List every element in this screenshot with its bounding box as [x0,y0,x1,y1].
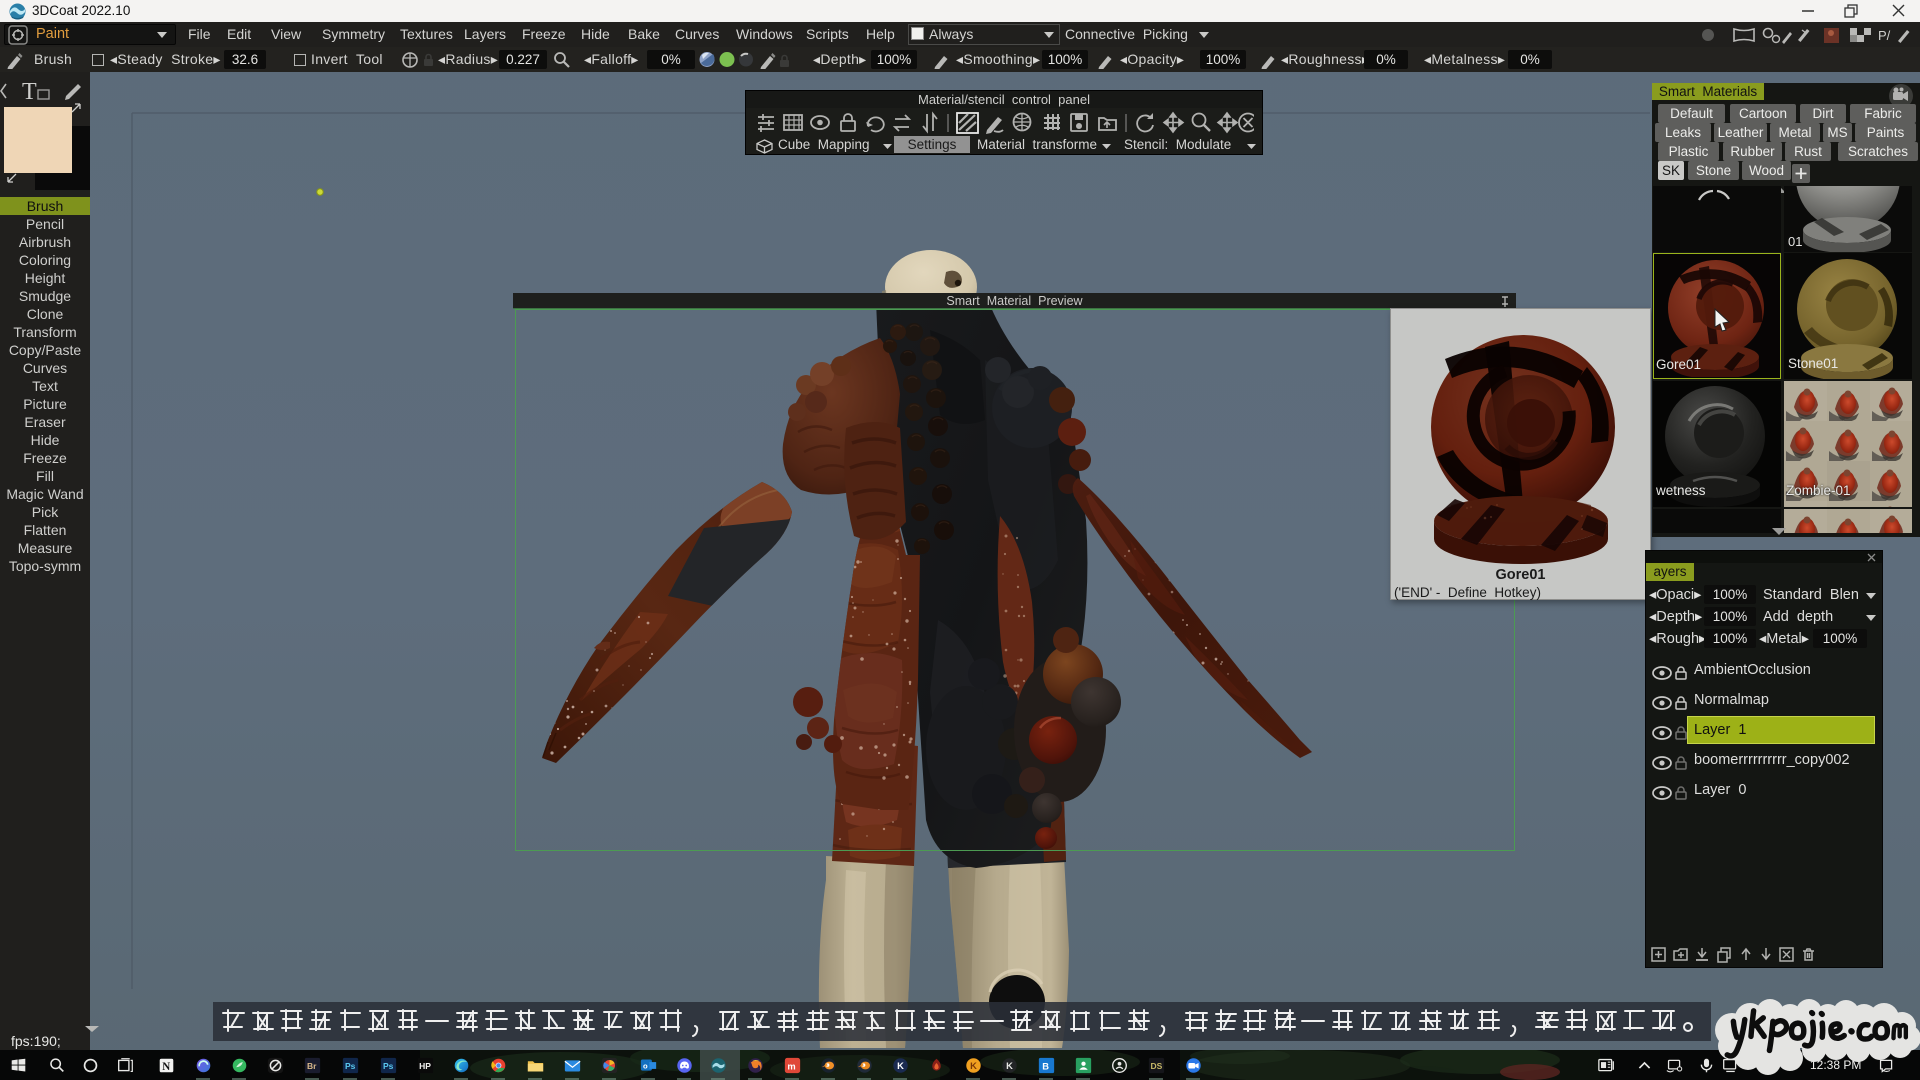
svg-text:Ps: Ps [383,1061,394,1071]
svg-text:o: o [643,1061,648,1070]
svg-text:N: N [162,1061,170,1073]
svg-text:DS: DS [1151,1061,1163,1071]
svg-text:B: B [1042,1061,1049,1071]
svg-text:HP: HP [419,1061,431,1071]
svg-text:Ps: Ps [345,1061,356,1071]
svg-text:K: K [897,1061,904,1071]
svg-text:m: m [787,1061,795,1071]
svg-text:Br: Br [307,1061,317,1071]
svg-text:K: K [1006,1061,1013,1071]
svg-text:K: K [970,1061,977,1071]
